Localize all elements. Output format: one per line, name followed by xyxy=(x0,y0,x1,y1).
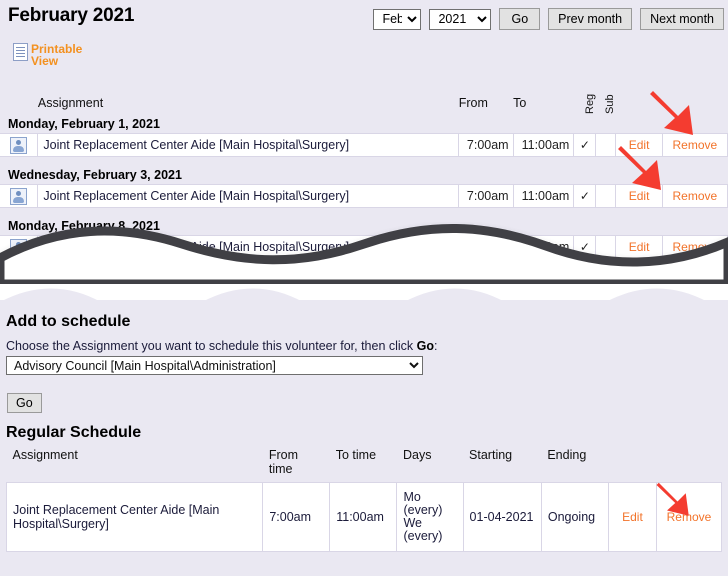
month-navigation-controls: JanFebMarAprMayJunJulAugSepOctNovDec 201… xyxy=(373,8,724,30)
regular-schedule-table: Assignment From time To time Days Starti… xyxy=(6,448,722,552)
regular-schedule-title: Regular Schedule xyxy=(6,424,141,442)
reg-col-ending: Ending xyxy=(541,448,608,483)
table-row: Joint Replacement Center Aide [Main Hosp… xyxy=(0,185,728,208)
schedule-date-header: Monday, February 1, 2021 xyxy=(0,114,728,134)
monthly-schedule-table: Assignment From To Reg Sub Monday, Febru… xyxy=(0,84,728,259)
reg-days: Mo (every) We (every) xyxy=(397,483,463,552)
table-row: Joint Replacement Center Aide [Main Hosp… xyxy=(7,483,722,552)
remove-link[interactable]: Remove xyxy=(667,510,712,524)
reg-col-edit xyxy=(608,448,656,483)
person-icon xyxy=(10,239,27,256)
next-month-button[interactable]: Next month xyxy=(640,8,724,30)
reg-col-remove xyxy=(656,448,721,483)
printable-view-link[interactable]: Printable View xyxy=(13,43,82,67)
reg-edit-cell[interactable]: Edit xyxy=(608,483,656,552)
assignment-icon-cell xyxy=(0,236,38,259)
reg-from-time: 7:00am xyxy=(263,483,330,552)
month-select[interactable]: JanFebMarAprMayJunJulAugSepOctNovDec xyxy=(373,9,421,30)
table-row: Joint Replacement Center Aide [Main Hosp… xyxy=(0,236,728,259)
reg-assignment: Joint Replacement Center Aide [Main Hosp… xyxy=(7,483,263,552)
edit-link[interactable]: Edit xyxy=(629,138,650,152)
reg-col-to-time: To time xyxy=(330,448,397,483)
add-to-schedule-description: Choose the Assignment you want to schedu… xyxy=(6,339,438,353)
add-desc-post: : xyxy=(434,339,437,353)
schedule-table-header: Assignment From To Reg Sub xyxy=(0,84,728,114)
remove-link[interactable]: Remove xyxy=(673,189,718,203)
add-desc-pre: Choose the Assignment you want to schedu… xyxy=(6,339,417,353)
add-to-schedule-go-button[interactable]: Go xyxy=(7,393,42,413)
remove-cell[interactable]: Remove xyxy=(662,185,727,208)
regular-schedule-header: Assignment From time To time Days Starti… xyxy=(7,448,722,483)
reg-col-from-time: From time xyxy=(263,448,330,483)
remove-link[interactable]: Remove xyxy=(673,138,718,152)
assignment-name: Joint Replacement Center Aide [Main Hosp… xyxy=(38,185,459,208)
reg-to-time: 11:00am xyxy=(330,483,397,552)
to-time: 11:00am xyxy=(513,185,574,208)
document-icon xyxy=(13,43,28,61)
schedule-table-body: Monday, February 1, 2021Joint Replacemen… xyxy=(0,114,728,259)
go-button[interactable]: Go xyxy=(499,8,540,30)
row-spacer xyxy=(0,208,728,217)
reg-check: ✓ xyxy=(574,185,596,208)
to-time: 11:00am xyxy=(513,134,574,157)
schedule-date-label: Wednesday, February 3, 2021 xyxy=(0,165,728,185)
remove-cell[interactable]: Remove xyxy=(662,236,727,259)
col-assignment: Assignment xyxy=(38,84,459,114)
schedule-date-header: Monday, February 8, 2021 xyxy=(0,216,728,236)
person-icon xyxy=(10,137,27,154)
reg-remove-cell[interactable]: Remove xyxy=(656,483,721,552)
edit-link[interactable]: Edit xyxy=(622,510,643,524)
schedule-date-label: Monday, February 1, 2021 xyxy=(0,114,728,134)
assignment-select[interactable]: Advisory Council [Main Hospital\Administ… xyxy=(6,356,423,375)
sub-check xyxy=(596,185,616,208)
from-time: 7:00am xyxy=(459,236,513,259)
col-icon xyxy=(0,84,38,114)
prev-month-button[interactable]: Prev month xyxy=(548,8,632,30)
edit-link[interactable]: Edit xyxy=(629,189,650,203)
col-to: To xyxy=(513,84,574,114)
schedule-date-header: Wednesday, February 3, 2021 xyxy=(0,165,728,185)
row-spacer-cell xyxy=(0,157,728,166)
sub-check xyxy=(596,134,616,157)
reg-check: ✓ xyxy=(574,236,596,259)
edit-cell[interactable]: Edit xyxy=(616,236,662,259)
assignment-icon-cell xyxy=(0,185,38,208)
assignment-name: Joint Replacement Center Aide [Main Hosp… xyxy=(38,134,459,157)
row-spacer xyxy=(0,157,728,166)
torn-page-gap xyxy=(0,268,728,300)
printable-view-line2: View xyxy=(31,54,58,68)
edit-link[interactable]: Edit xyxy=(629,240,650,254)
from-time: 7:00am xyxy=(459,185,513,208)
col-remove xyxy=(662,84,727,114)
page-title: February 2021 xyxy=(8,5,134,27)
add-desc-go: Go xyxy=(417,339,434,353)
col-edit xyxy=(616,84,662,114)
to-time: 11:00am xyxy=(513,236,574,259)
person-icon xyxy=(10,188,27,205)
sub-check xyxy=(596,236,616,259)
col-from: From xyxy=(459,84,513,114)
reg-col-assignment: Assignment xyxy=(7,448,263,483)
assignment-icon-cell xyxy=(0,134,38,157)
regular-schedule-body: Joint Replacement Center Aide [Main Hosp… xyxy=(7,483,722,552)
col-sub: Sub xyxy=(596,84,616,114)
remove-link[interactable]: Remove xyxy=(673,240,718,254)
remove-cell[interactable]: Remove xyxy=(662,134,727,157)
row-spacer-cell xyxy=(0,208,728,217)
reg-col-days: Days xyxy=(397,448,463,483)
schedule-date-label: Monday, February 8, 2021 xyxy=(0,216,728,236)
reg-check: ✓ xyxy=(574,134,596,157)
printable-view-label: Printable View xyxy=(31,43,82,67)
edit-cell[interactable]: Edit xyxy=(616,134,662,157)
reg-ending: Ongoing xyxy=(541,483,608,552)
edit-cell[interactable]: Edit xyxy=(616,185,662,208)
from-time: 7:00am xyxy=(459,134,513,157)
table-row: Joint Replacement Center Aide [Main Hosp… xyxy=(0,134,728,157)
reg-col-starting: Starting xyxy=(463,448,541,483)
add-to-schedule-title: Add to schedule xyxy=(6,313,130,331)
reg-starting: 01-04-2021 xyxy=(463,483,541,552)
col-reg: Reg xyxy=(574,84,596,114)
assignment-name: Joint Replacement Center Aide [Main Hosp… xyxy=(38,236,459,259)
year-select[interactable]: 2019202020212022 xyxy=(429,9,491,30)
